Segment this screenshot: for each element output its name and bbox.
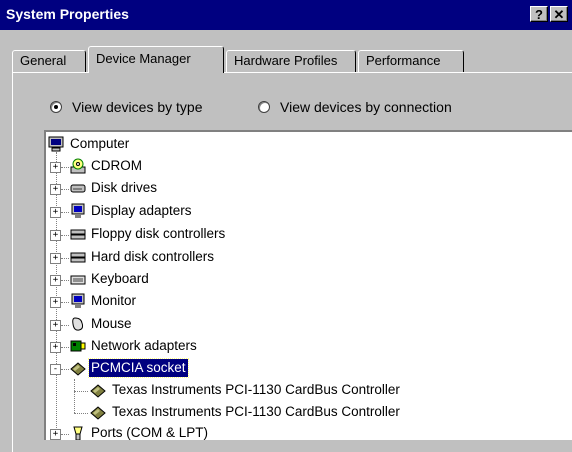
- view-by-connection-radio[interactable]: [258, 101, 270, 113]
- expand-toggle[interactable]: +: [50, 429, 61, 440]
- tree-branch: [61, 434, 69, 435]
- tree-item-label: Texas Instruments PCI-1130 CardBus Contr…: [112, 404, 400, 419]
- tree-item-label: Floppy disk controllers: [91, 226, 226, 241]
- tree-branch: [74, 391, 88, 392]
- mouse-icon: [72, 317, 84, 331]
- tree-branch: [61, 189, 69, 190]
- tree-item-label: PCMCIA socket: [88, 358, 189, 378]
- tree-branch: [61, 258, 69, 259]
- expand-toggle[interactable]: +: [50, 342, 61, 353]
- tree-item-label: Display adapters: [91, 203, 192, 218]
- disk-drive-icon: [70, 184, 86, 193]
- tree-item-label: Hard disk controllers: [91, 249, 215, 264]
- monitor-icon: [71, 293, 85, 308]
- tree-branch: [61, 369, 69, 370]
- view-by-type-label: View devices by type: [72, 99, 203, 115]
- help-button[interactable]: ?: [530, 6, 548, 22]
- expand-toggle[interactable]: +: [50, 297, 61, 308]
- tree-branch: [74, 413, 88, 414]
- title-bar[interactable]: System Properties ? ✕: [0, 0, 572, 30]
- tree-item-label: Network adapters: [91, 338, 197, 353]
- tree-branch: [61, 212, 69, 213]
- tree-item-label: Ports (COM & LPT): [91, 425, 209, 440]
- tab-hardware-profiles[interactable]: Hardware Profiles: [226, 50, 356, 72]
- tab-general[interactable]: General: [12, 50, 86, 72]
- hard-disk-controller-icon: [70, 252, 86, 263]
- pcmcia-icon: [90, 384, 106, 398]
- tree-branch: [61, 280, 69, 281]
- tree-branch: [61, 167, 69, 168]
- expand-toggle[interactable]: +: [50, 253, 61, 264]
- tree-item-label: Texas Instruments PCI-1130 CardBus Contr…: [112, 382, 400, 397]
- tree-connector: [56, 152, 57, 440]
- tree-root-label: Computer: [70, 136, 130, 151]
- tree-item-label: Keyboard: [91, 271, 149, 286]
- expand-toggle[interactable]: +: [50, 207, 61, 218]
- tree-branch: [61, 325, 69, 326]
- network-adapter-icon: [70, 340, 86, 352]
- ports-icon: [73, 426, 83, 440]
- collapse-toggle[interactable]: -: [50, 364, 61, 375]
- tree-branch: [61, 302, 69, 303]
- expand-toggle[interactable]: +: [50, 275, 61, 286]
- view-by-connection-label: View devices by connection: [280, 99, 452, 115]
- tab-device-manager[interactable]: Device Manager: [88, 46, 224, 73]
- keyboard-icon: [70, 275, 86, 285]
- cdrom-icon: [70, 158, 86, 174]
- tree-branch: [61, 235, 69, 236]
- pcmcia-icon: [90, 406, 106, 420]
- computer-icon: [48, 136, 64, 152]
- display-adapter-icon: [71, 203, 85, 218]
- tree-connector: [74, 379, 75, 413]
- tree-branch: [61, 347, 69, 348]
- expand-toggle[interactable]: +: [50, 184, 61, 195]
- close-button[interactable]: ✕: [550, 6, 568, 22]
- expand-toggle[interactable]: +: [50, 230, 61, 241]
- tab-performance[interactable]: Performance: [358, 50, 464, 72]
- view-by-type-radio[interactable]: [50, 101, 62, 113]
- window-title: System Properties: [6, 6, 129, 22]
- tree-item-label: Mouse: [91, 316, 132, 331]
- tree-item-label: Disk drives: [91, 180, 158, 195]
- expand-toggle[interactable]: +: [50, 162, 61, 173]
- device-tree[interactable]: Computer + CDROM + Disk drives + Display…: [44, 130, 572, 440]
- tree-item-label: Monitor: [91, 293, 137, 308]
- floppy-controller-icon: [70, 229, 86, 240]
- tree-item-label: CDROM: [91, 158, 142, 173]
- pcmcia-icon: [70, 362, 86, 376]
- expand-toggle[interactable]: +: [50, 320, 61, 331]
